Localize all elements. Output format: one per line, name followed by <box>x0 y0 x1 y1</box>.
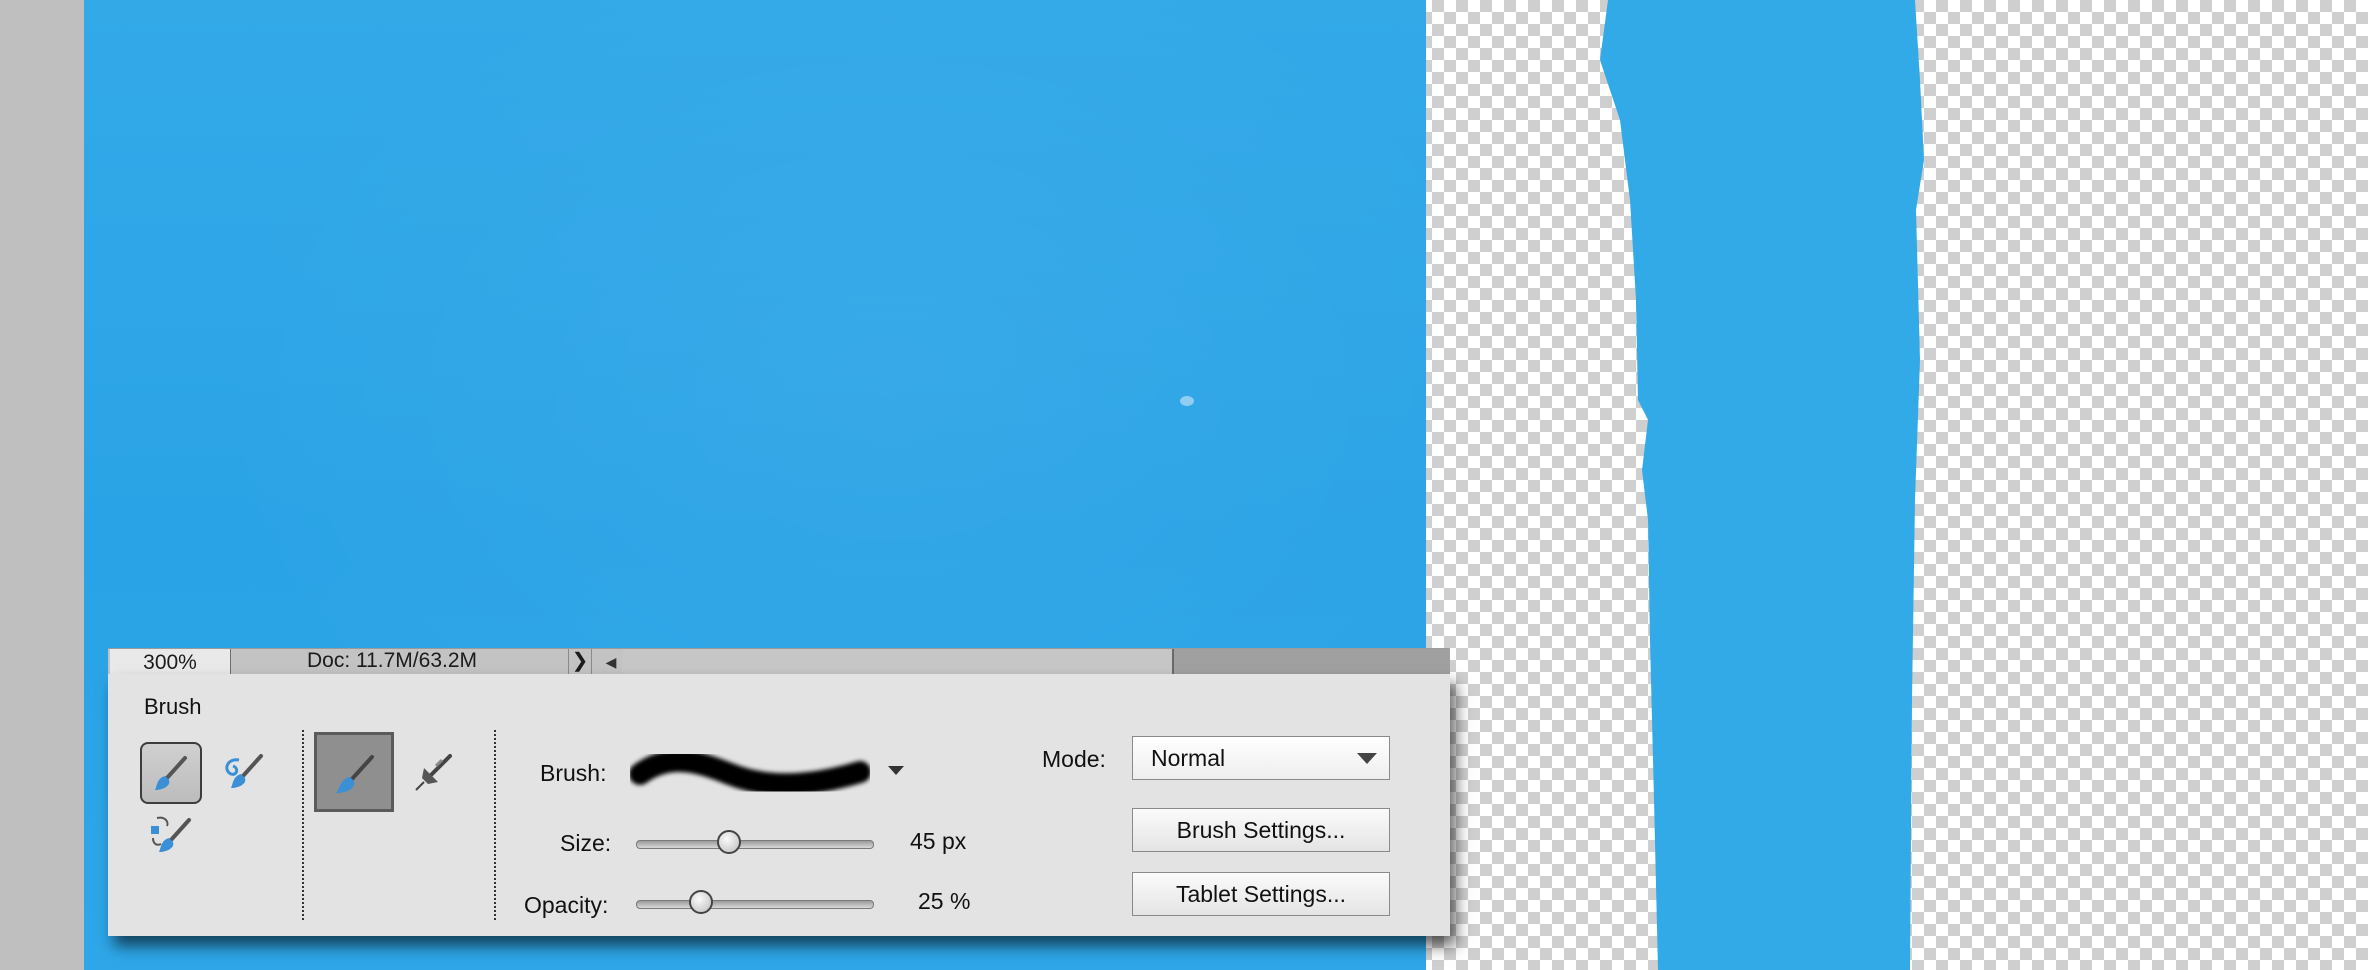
status-info-menu-button[interactable]: ❯ <box>568 649 592 675</box>
size-value[interactable]: 45 px <box>910 828 966 855</box>
status-bar: 300% Doc: 11.7M/63.2M ❯ ◀ <box>108 648 1450 676</box>
brush-preset-dropdown-icon[interactable] <box>888 766 904 775</box>
size-label: Size: <box>560 830 612 856</box>
opacity-value[interactable]: 25 % <box>918 888 970 915</box>
brush-mode-icon <box>336 755 374 793</box>
scroll-left-arrow-icon[interactable]: ◀ <box>600 649 622 675</box>
color-replacement-tool-button[interactable] <box>140 804 202 866</box>
brush-settings-button[interactable]: Brush Settings... <box>1132 808 1390 852</box>
color-replacement-icon <box>151 816 191 852</box>
workspace-margin <box>0 0 84 970</box>
blend-mode-select[interactable]: Normal <box>1132 736 1390 780</box>
separator <box>494 730 496 920</box>
airbrush-icon <box>415 754 452 791</box>
brush-mode-button[interactable] <box>314 732 394 812</box>
document-info: Doc: 11.7M/63.2M <box>306 649 478 672</box>
chevron-down-icon <box>1357 753 1377 764</box>
separator <box>302 730 304 920</box>
blend-mode-value: Normal <box>1151 745 1226 771</box>
brush-preset-preview[interactable] <box>630 744 870 800</box>
tool-name: Brush <box>144 694 202 719</box>
brush-icon <box>155 756 187 790</box>
impressionist-brush-tool-button[interactable] <box>212 742 274 804</box>
size-slider-track[interactable] <box>636 840 874 849</box>
opacity-slider-track[interactable] <box>636 900 874 909</box>
opacity-label: Opacity: <box>524 892 609 918</box>
airbrush-mode-button[interactable] <box>394 732 474 812</box>
horizontal-scrollbar[interactable] <box>622 649 1174 675</box>
zoom-field[interactable]: 300% <box>110 649 231 675</box>
tablet-settings-button[interactable]: Tablet Settings... <box>1132 872 1390 916</box>
tool-options-panel: Brush Brush: Size: 45 px Opacity: 25 % M… <box>108 674 1450 936</box>
canvas-speck <box>1180 396 1194 406</box>
impressionist-brush-icon <box>225 754 263 788</box>
mode-label: Mode: <box>1042 746 1106 772</box>
brush-label: Brush: <box>540 760 607 786</box>
size-slider-thumb[interactable] <box>717 830 742 854</box>
scrollbar-end <box>1174 649 1450 675</box>
opacity-slider-thumb[interactable] <box>689 890 713 914</box>
brush-tool-button[interactable] <box>140 742 202 804</box>
